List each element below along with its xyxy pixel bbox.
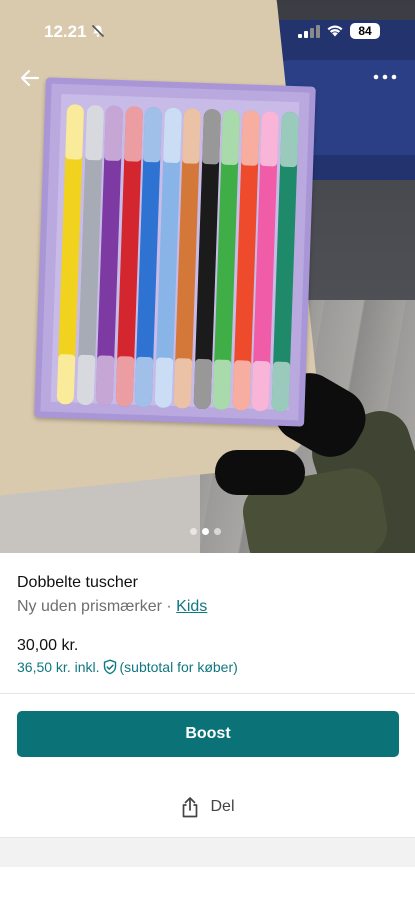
- marker-cap: [212, 359, 232, 410]
- bell-muted-icon: [91, 24, 105, 38]
- photo-sock: [215, 450, 305, 495]
- carousel-dot[interactable]: [214, 528, 221, 535]
- marker-cap: [154, 357, 173, 408]
- section-separator-band: [0, 837, 415, 867]
- share-label: Del: [210, 798, 235, 815]
- marker-cap: [201, 108, 221, 165]
- marker-cap: [123, 106, 143, 162]
- marker-cap: [104, 105, 124, 162]
- price-incl-value: 36,50 kr. inkl.: [17, 659, 100, 675]
- product-photo[interactable]: [0, 0, 415, 553]
- subtitle-separator: ·: [166, 598, 172, 615]
- marker-cap: [56, 353, 76, 405]
- boost-button[interactable]: Boost: [17, 711, 399, 757]
- marker-cap: [260, 110, 279, 167]
- marker-cap: [270, 361, 290, 413]
- price-incl-note: (subtotal for køber): [119, 659, 238, 675]
- marker-cap: [182, 108, 202, 164]
- price-incl-buyer-protection[interactable]: 36,50 kr. inkl. (subtotal for køber): [17, 659, 238, 675]
- share-button[interactable]: Del: [0, 790, 415, 824]
- wifi-icon: [327, 25, 343, 37]
- marker-cap: [232, 360, 251, 411]
- marker-cap: [84, 104, 104, 161]
- carousel-dot[interactable]: [190, 528, 197, 535]
- listing-title: Dobbelte tuscher: [17, 574, 138, 591]
- arrow-left-icon[interactable]: [18, 66, 42, 90]
- marker-cap: [65, 104, 85, 160]
- marker-cap: [162, 107, 182, 164]
- marker-cap: [95, 355, 115, 406]
- listing-condition: Ny uden prismærker: [17, 598, 162, 615]
- category-link-kids[interactable]: Kids: [176, 598, 207, 615]
- marker-cap: [221, 109, 240, 166]
- section-divider: [0, 693, 415, 694]
- carousel-dot[interactable]: [202, 528, 209, 535]
- marker-cap: [76, 354, 95, 406]
- listing-subtitle: Ny uden prismærker · Kids: [17, 598, 207, 616]
- status-bar: 12.21 84: [0, 0, 415, 60]
- marker-cap: [193, 358, 212, 410]
- marker-cap: [279, 111, 299, 168]
- marker-cap: [134, 356, 154, 408]
- marker-cap: [173, 358, 193, 409]
- marker-cap: [240, 110, 260, 166]
- more-horizontal-icon[interactable]: [372, 70, 398, 84]
- status-time: 12.21: [44, 22, 87, 41]
- cellular-signal-icon: [298, 25, 320, 38]
- listing-price: 30,00 kr.: [17, 637, 79, 654]
- battery-indicator: 84: [350, 23, 380, 39]
- marker-cap: [143, 106, 163, 163]
- marker-tray: [34, 77, 316, 427]
- marker-cap: [115, 356, 134, 407]
- carousel-indicator: [190, 528, 230, 538]
- marker-tray-inner: [50, 93, 300, 413]
- marker-cap: [251, 360, 271, 412]
- share-icon: [183, 797, 198, 818]
- shield-check-icon: [103, 659, 116, 675]
